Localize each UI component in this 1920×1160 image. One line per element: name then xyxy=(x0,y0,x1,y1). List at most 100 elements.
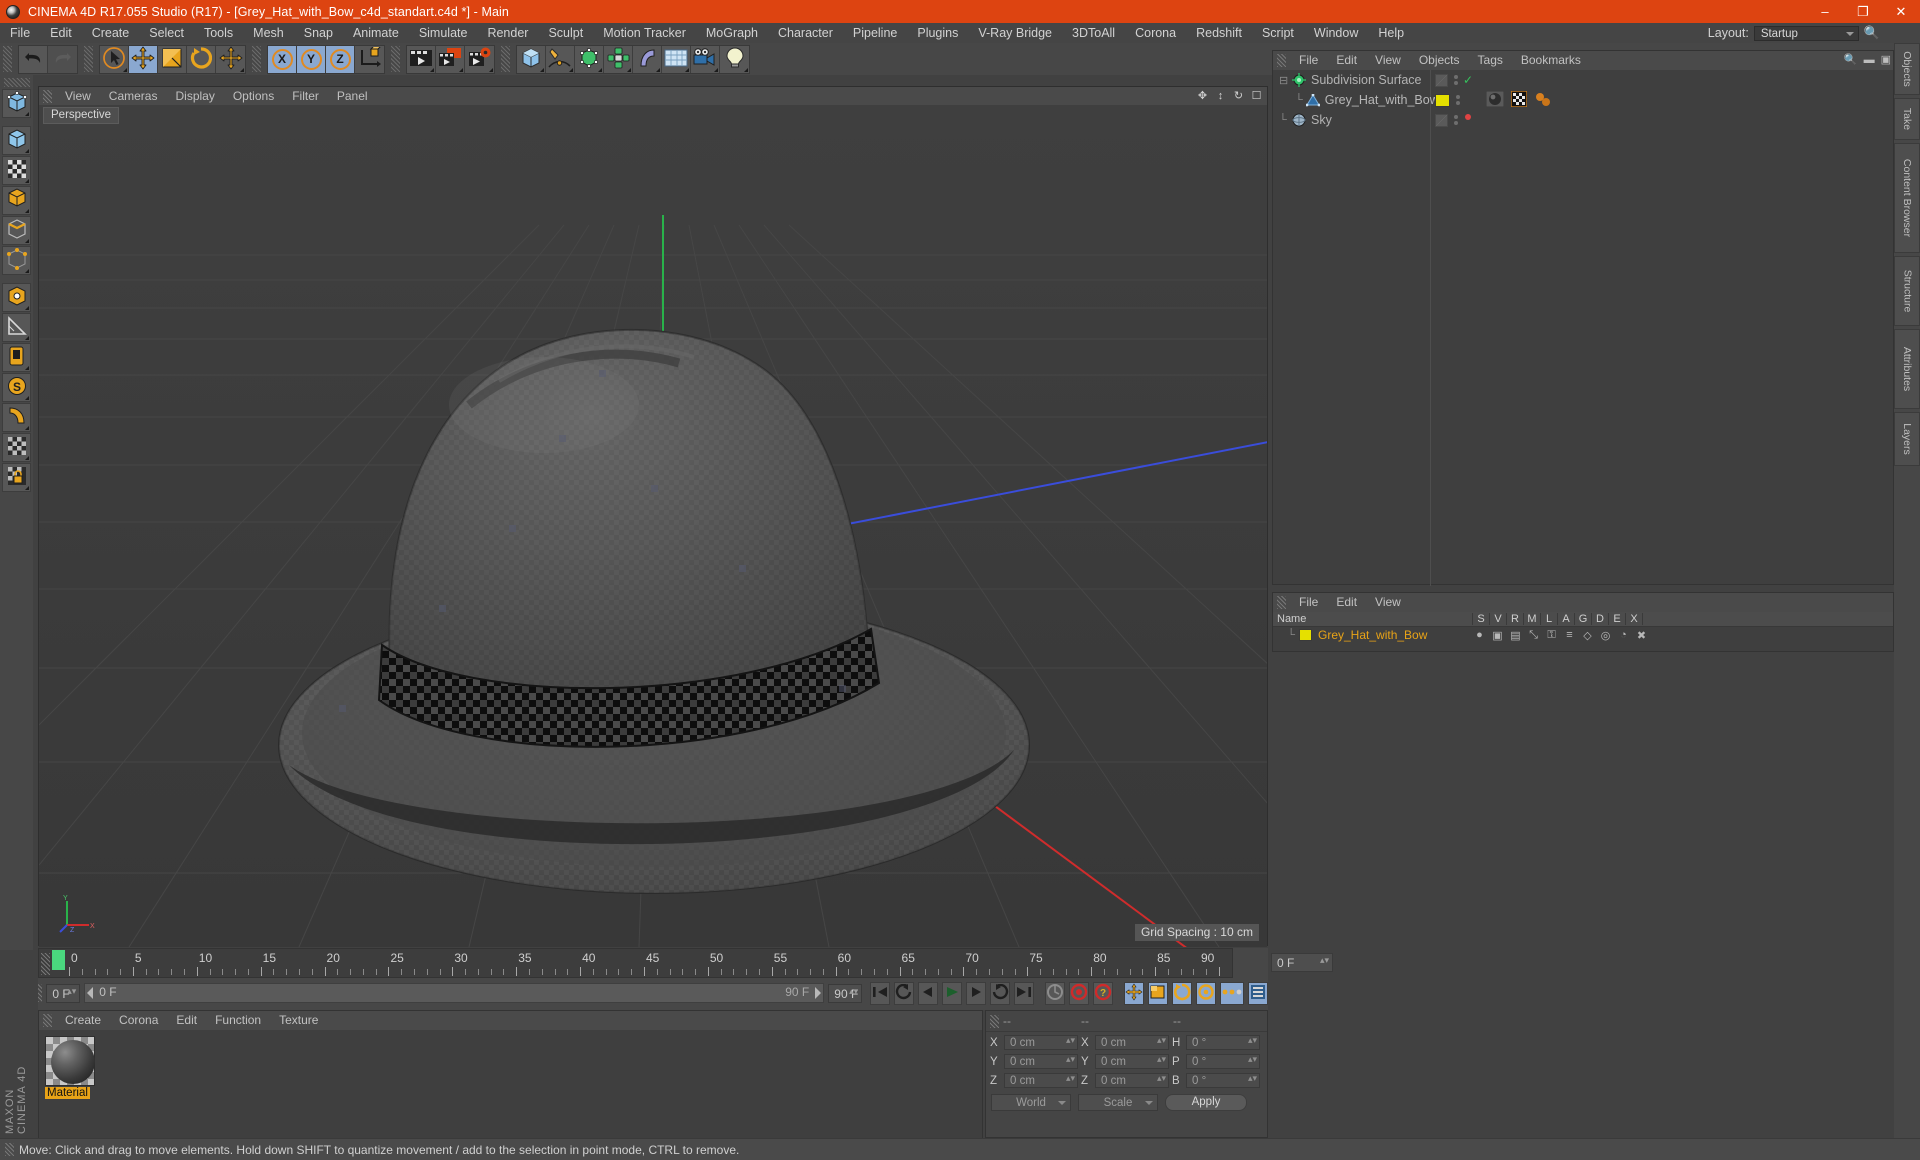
render-view-button[interactable] xyxy=(407,45,436,73)
menu-item-render[interactable]: Render xyxy=(477,23,538,43)
animation-icon[interactable]: ≡ xyxy=(1563,629,1576,641)
drag-handle[interactable] xyxy=(3,78,30,87)
spinner-icon[interactable]: ▴▾ xyxy=(1157,1055,1166,1064)
spinner-icon[interactable]: ▴▾ xyxy=(849,986,858,995)
panel-menu-icon[interactable]: ▣ xyxy=(1881,53,1891,66)
viewport-menu-panel[interactable]: Panel xyxy=(328,87,377,105)
menu-item-file[interactable]: File xyxy=(0,23,40,43)
timeline-ruler[interactable]: 0 5 10 15 20 25 30 35 40 45 50 55 60 65 70 75 80 85 90 xyxy=(38,948,1233,978)
add-light-button[interactable] xyxy=(720,45,749,73)
enabled-check-icon[interactable]: ✓ xyxy=(1463,73,1473,87)
menu-item-script[interactable]: Script xyxy=(1252,23,1304,43)
spinner-icon[interactable]: ▴▾ xyxy=(1248,1074,1257,1083)
undo-button[interactable] xyxy=(19,45,48,73)
move-tool-button[interactable] xyxy=(129,45,158,73)
add-camera-button[interactable] xyxy=(691,45,720,73)
menu-item-plugins[interactable]: Plugins xyxy=(907,23,968,43)
world-object-coord-button[interactable] xyxy=(355,45,384,73)
material-menu-function[interactable]: Function xyxy=(206,1011,270,1030)
layer-menu-edit[interactable]: Edit xyxy=(1327,593,1366,612)
apply-button[interactable]: Apply xyxy=(1165,1094,1247,1111)
material-menu-corona[interactable]: Corona xyxy=(110,1011,167,1030)
tree-toggle-icon[interactable]: └ xyxy=(1279,114,1289,126)
menu-item-pipeline[interactable]: Pipeline xyxy=(843,23,907,43)
menu-item-select[interactable]: Select xyxy=(139,23,194,43)
checker-texture-tag[interactable] xyxy=(1510,89,1528,110)
object-row[interactable]: ⊟ Subdivision Surface xyxy=(1273,70,1430,90)
right-tab-attributes[interactable]: Attributes xyxy=(1894,329,1920,409)
key-param-button[interactable] xyxy=(1196,981,1217,1005)
spinner-icon[interactable]: ▴▾ xyxy=(1066,1036,1075,1045)
layer-column-s[interactable]: S xyxy=(1473,613,1490,625)
key-pla-button[interactable] xyxy=(1220,981,1245,1005)
menu-item-mesh[interactable]: Mesh xyxy=(243,23,294,43)
material-menu-texture[interactable]: Texture xyxy=(270,1011,327,1030)
viewport-menu-filter[interactable]: Filter xyxy=(283,87,328,105)
layer-column-g[interactable]: G xyxy=(1575,613,1592,625)
search-icon[interactable]: 🔍 xyxy=(1864,25,1880,41)
menu-item-3dtoall[interactable]: 3DToAll xyxy=(1062,23,1125,43)
object-axis-button[interactable] xyxy=(2,283,31,312)
search-icon[interactable]: 🔍 xyxy=(1844,53,1858,66)
menu-item-create[interactable]: Create xyxy=(82,23,140,43)
make-editable-button[interactable] xyxy=(2,89,31,118)
right-tab-objects[interactable]: Objects xyxy=(1894,43,1920,95)
texture-mode-button[interactable] xyxy=(2,156,31,185)
size-field[interactable]: 0 cm ▴▾ xyxy=(1095,1035,1169,1050)
menu-item-character[interactable]: Character xyxy=(768,23,843,43)
menu-item-sculpt[interactable]: Sculpt xyxy=(538,23,593,43)
spinner-icon[interactable]: ▴▾ xyxy=(1320,956,1329,965)
visible-icon[interactable]: ▣ xyxy=(1491,629,1504,642)
menu-item-motion-tracker[interactable]: Motion Tracker xyxy=(593,23,696,43)
menu-item-snap[interactable]: Snap xyxy=(294,23,343,43)
drag-handle[interactable] xyxy=(1277,54,1286,67)
rotate-tool-button[interactable] xyxy=(187,45,216,73)
object-menu-bookmarks[interactable]: Bookmarks xyxy=(1512,51,1590,70)
deformer-icon[interactable]: ◎ xyxy=(1599,629,1612,642)
lock-x-button[interactable]: X xyxy=(268,45,297,73)
add-deformer-button[interactable] xyxy=(604,45,633,73)
generator-icon[interactable]: ◇ xyxy=(1581,629,1594,642)
menu-item-mograph[interactable]: MoGraph xyxy=(696,23,768,43)
menu-item-animate[interactable]: Animate xyxy=(343,23,409,43)
pos-field[interactable]: 0 cm ▴▾ xyxy=(1004,1035,1078,1050)
model-mode-button[interactable] xyxy=(2,126,31,155)
edge-mode-button[interactable] xyxy=(2,216,31,245)
material-thumbnail[interactable] xyxy=(45,1036,95,1086)
lock-z-button[interactable]: Z xyxy=(326,45,355,73)
menu-item-edit[interactable]: Edit xyxy=(40,23,82,43)
max-frame-field[interactable]: 90 F ▴▾ xyxy=(828,983,863,1003)
render-visibility-dot[interactable] xyxy=(1454,121,1458,125)
range-left-arrow-icon[interactable] xyxy=(87,987,94,999)
timeline-range-bar[interactable]: 0 F 90 F xyxy=(84,983,825,1003)
lock-y-button[interactable]: Y xyxy=(297,45,326,73)
material-tag[interactable] xyxy=(1485,90,1505,110)
tree-toggle-icon[interactable]: └ xyxy=(1295,94,1303,106)
drag-handle[interactable] xyxy=(5,1143,14,1156)
polygon-mode-button[interactable] xyxy=(2,186,31,215)
layer-menu-view[interactable]: View xyxy=(1366,593,1410,612)
menu-item-help[interactable]: Help xyxy=(1368,23,1414,43)
object-display-toggle[interactable] xyxy=(1435,93,1450,107)
editor-visibility-dot[interactable] xyxy=(1456,95,1460,99)
spinner-icon[interactable]: ▴▾ xyxy=(1248,1036,1257,1045)
editor-visibility-dot[interactable] xyxy=(1454,75,1458,79)
object-menu-edit[interactable]: Edit xyxy=(1327,51,1366,70)
corona-tag[interactable] xyxy=(1534,91,1552,110)
pos-field[interactable]: 0 cm ▴▾ xyxy=(1004,1054,1078,1069)
step-back-frame-button[interactable] xyxy=(918,981,939,1005)
rot-field[interactable]: 0 ° ▴▾ xyxy=(1186,1073,1260,1088)
tree-toggle-icon[interactable]: ⊟ xyxy=(1279,74,1289,87)
right-tab-take[interactable]: Take xyxy=(1894,98,1920,140)
scale-tool-button[interactable] xyxy=(158,45,187,73)
layer-column-e[interactable]: E xyxy=(1609,613,1626,625)
material-name[interactable]: Material xyxy=(45,1087,90,1099)
select-tool-button[interactable] xyxy=(100,45,129,73)
drag-handle[interactable] xyxy=(391,46,400,72)
lock-icon[interactable]: ⚿ xyxy=(1545,629,1558,642)
spinner-icon[interactable]: ▴▾ xyxy=(1248,1055,1257,1064)
material-menu-edit[interactable]: Edit xyxy=(167,1011,206,1030)
menu-item-corona[interactable]: Corona xyxy=(1125,23,1186,43)
layer-column-x[interactable]: X xyxy=(1626,613,1643,625)
drag-handle[interactable] xyxy=(3,46,12,72)
